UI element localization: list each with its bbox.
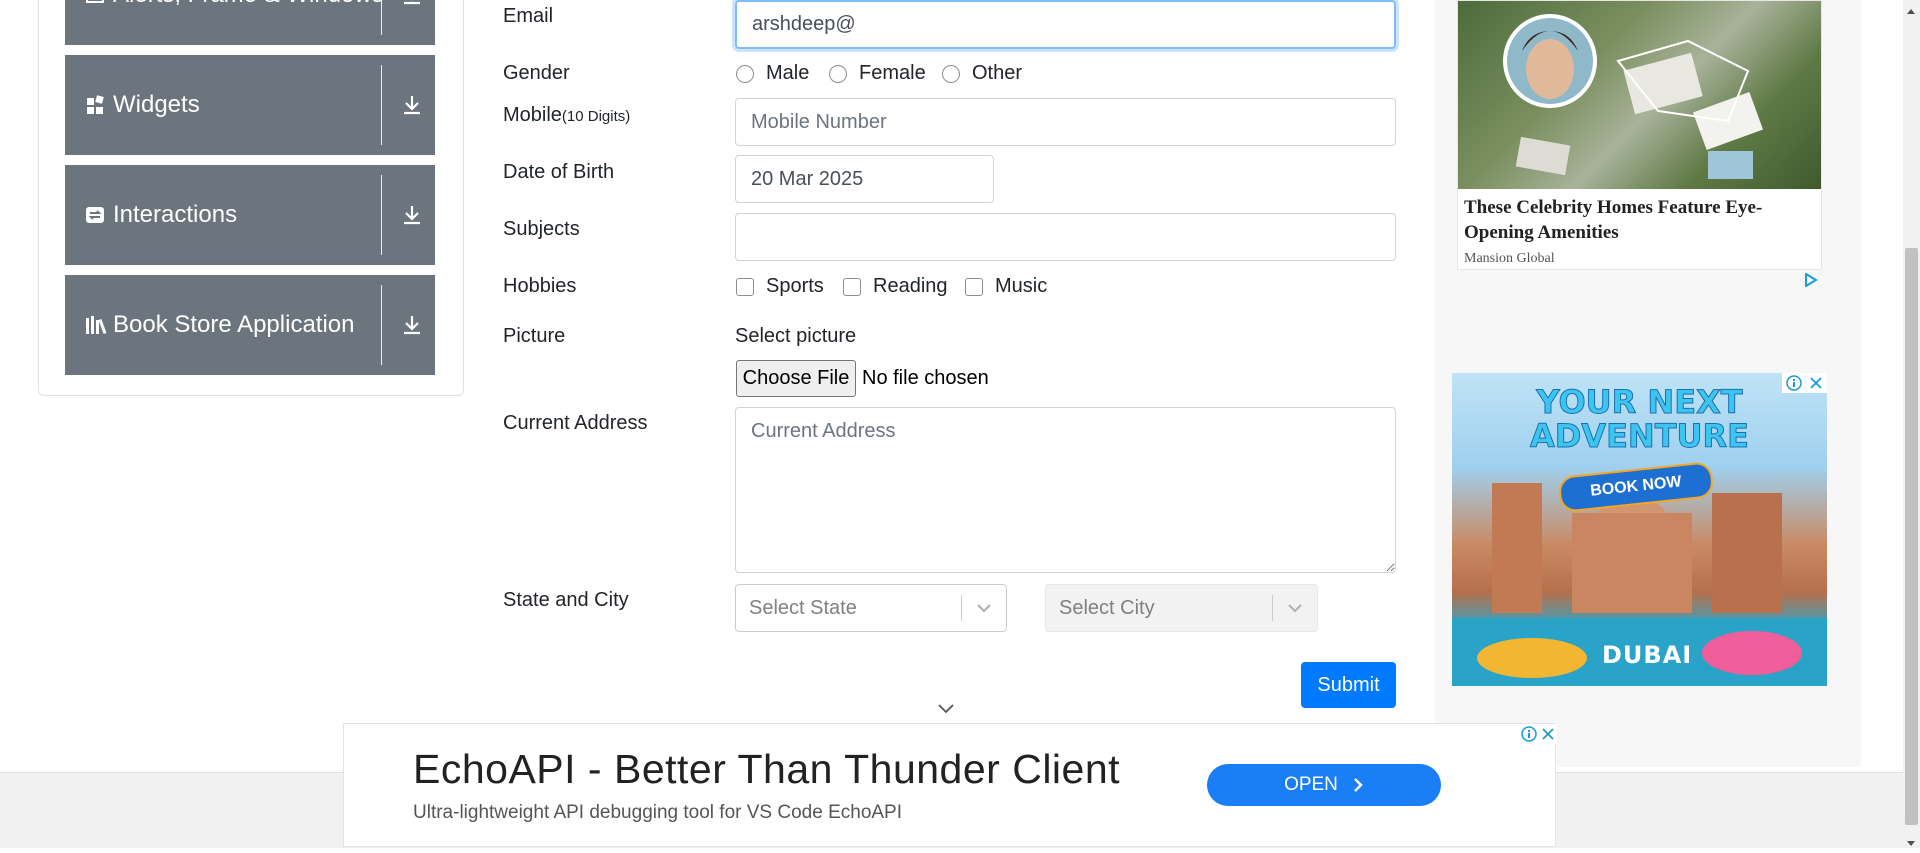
checkbox-label: Reading [873,275,948,297]
ad-source: Mansion Global [1464,251,1555,266]
checkbox-label: Sports [766,275,824,297]
state-placeholder: Select State [749,596,857,619]
sidebar-group-interactions[interactable]: Interactions [65,165,435,265]
chevron-down-icon[interactable] [1285,585,1305,631]
select-separator [1272,595,1273,621]
email-field[interactable] [735,0,1396,49]
gender-female-radio[interactable]: Female [829,62,926,85]
info-icon[interactable] [1521,726,1537,742]
mobile-hint: (10 Digits) [561,108,631,125]
sidebar-group-label: Interactions [113,201,238,228]
mobile-label: Mobile(10 Digits) [503,104,630,127]
ad-controls[interactable] [1782,373,1827,393]
radio-circle[interactable] [829,64,847,83]
state-city-label: State and City [503,589,629,611]
sidebar-group-book-store[interactable]: Book Store Application [65,275,435,375]
banner-open-button[interactable]: OPEN [1207,764,1441,806]
dob-label: Date of Birth [503,161,615,183]
divider [381,175,382,255]
banner-ad-controls[interactable] [1519,724,1557,744]
checkbox-box[interactable] [843,277,861,296]
close-icon[interactable] [1541,727,1555,741]
sidebar-group-label: Alerts, Frame & Windows [113,0,384,45]
gender-other-radio[interactable]: Other [942,62,1022,85]
bottom-banner-ad[interactable]: EchoAPI - Better Than Thunder Client Ult… [343,723,1557,847]
download-icon[interactable] [399,165,425,265]
city-select[interactable]: Select City [1045,584,1318,632]
hobby-music-checkbox[interactable]: Music [965,275,1047,298]
hobby-reading-checkbox[interactable]: Reading [843,275,948,298]
radio-label: Other [972,62,1023,84]
hobby-sports-checkbox[interactable]: Sports [736,275,824,298]
choose-file-button[interactable]: Choose File [736,360,856,397]
divider [381,0,382,35]
checkbox-box[interactable] [965,277,983,296]
hobbies-label: Hobbies [503,275,577,297]
select-separator [961,595,962,621]
sidebar-group-alerts[interactable]: Alerts, Frame & Windows [65,0,435,45]
banner-open-label: OPEN [1284,774,1338,795]
subjects-input[interactable] [735,213,1396,261]
scroll-down-arrow-icon[interactable] [1906,835,1916,853]
ad-image [1458,1,1821,189]
current-address-label: Current Address [503,412,648,434]
checkbox-box[interactable] [736,277,754,296]
mobile-input[interactable] [735,98,1396,146]
widgets-icon [85,55,105,155]
scrollbar-thumb[interactable] [1905,248,1918,825]
sidebar-group-label: Book Store Application [113,311,355,338]
current-address-textarea[interactable] [735,407,1396,573]
chevron-down-icon[interactable] [936,702,956,721]
select-picture-label: Select picture [735,325,857,347]
banner-title: EchoAPI - Better Than Thunder Client [413,746,1121,792]
radio-circle[interactable] [942,64,960,83]
sidebar-group-widgets[interactable]: Widgets [65,55,435,155]
scroll-up-arrow-icon[interactable] [1906,2,1916,20]
chevron-down-icon[interactable] [974,585,994,631]
download-icon[interactable] [399,0,425,45]
radio-label: Male [766,62,810,84]
info-icon[interactable] [1786,375,1802,391]
divider [381,65,382,145]
checkbox-label: Music [995,275,1048,297]
gender-label: Gender [503,62,570,84]
window-icon [85,0,105,45]
radio-circle[interactable] [736,64,754,83]
radio-label: Female [859,62,926,84]
mobile-label-text: Mobile [503,104,562,126]
sidebar-group-label: Widgets [113,91,200,118]
file-status: No file chosen [862,367,989,389]
celebrity-homes-ad[interactable]: These Celebrity Homes Feature Eye-Openin… [1457,0,1822,270]
close-icon[interactable] [1809,376,1823,390]
ad-brand: DUBAI [1602,641,1693,669]
state-select[interactable]: Select State [735,584,1007,632]
picture-label: Picture [503,325,566,347]
dubai-adventure-ad[interactable]: YOUR NEXT ADVENTURE BOOK NOW DUBAI [1452,373,1827,686]
adchoices-icon[interactable] [1804,272,1818,292]
email-label: Email [503,5,554,27]
city-placeholder: Select City [1059,596,1155,619]
chevron-right-icon [1354,778,1363,792]
download-icon[interactable] [399,275,425,375]
date-of-birth-input[interactable] [735,155,994,203]
gender-male-radio[interactable]: Male [736,62,809,85]
interactions-icon [85,165,105,265]
books-icon [85,275,109,375]
divider [381,285,382,365]
ad-headline-2: ADVENTURE [1529,417,1750,455]
submit-button[interactable]: Submit [1301,662,1396,708]
ad-title: These Celebrity Homes Feature Eye-Openin… [1464,197,1763,243]
banner-subtitle: Ultra-lightweight API debugging tool for… [413,802,903,823]
ad-headline-1: YOUR NEXT [1536,383,1743,421]
subjects-label: Subjects [503,218,580,240]
download-icon[interactable] [399,55,425,155]
